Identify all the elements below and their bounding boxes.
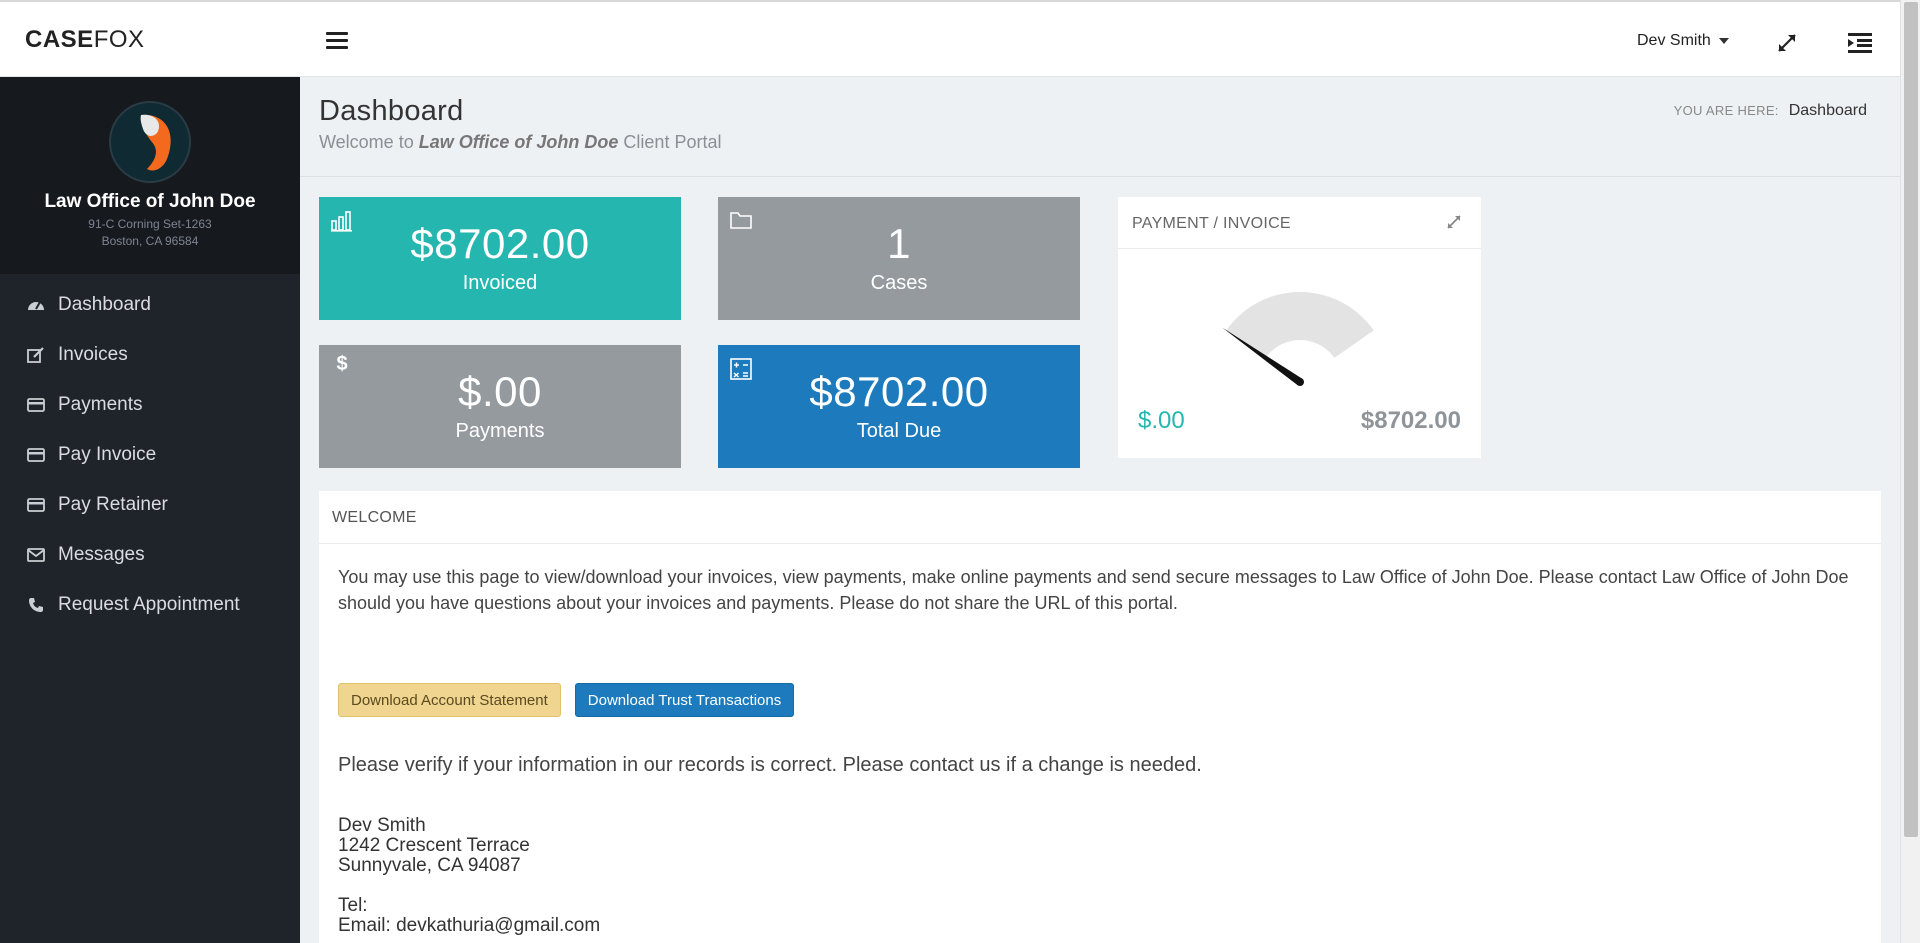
gauge-arc xyxy=(1226,292,1374,358)
sidebar-item-request-appointment[interactable]: Request Appointment xyxy=(0,580,300,630)
client-name: Dev Smith xyxy=(338,815,426,836)
breadcrumb: YOU ARE HERE: Dashboard xyxy=(1673,102,1867,119)
invoiced-value: $8702.00 xyxy=(410,220,590,267)
sidebar: Law Office of John Doe 91-C Corning Set-… xyxy=(0,77,300,943)
credit-card-icon xyxy=(26,396,46,414)
download-account-statement-button[interactable]: Download Account Statement xyxy=(338,683,561,717)
download-trust-transactions-button[interactable]: Download Trust Transactions xyxy=(574,683,795,717)
gauge-title: PAYMENT / INVOICE xyxy=(1118,197,1481,249)
caret-down-icon xyxy=(1718,37,1729,44)
gauge-hub xyxy=(1296,378,1304,386)
sidebar-item-pay-retainer[interactable]: Pay Retainer xyxy=(0,480,300,530)
verify-text: Please verify if your information in our… xyxy=(338,754,1202,776)
invoiced-label: Invoiced xyxy=(462,272,538,294)
bar-chart-icon xyxy=(331,210,353,232)
client-street: 1242 Crescent Terrace xyxy=(338,835,530,856)
client-email: Email: devkathuria@gmail.com xyxy=(338,915,601,936)
firm-name: Law Office of John Doe xyxy=(44,191,256,212)
right-panel-toggle-icon[interactable] xyxy=(1848,32,1872,54)
invoiced-tile[interactable]: $8702.00 Invoiced xyxy=(319,197,681,320)
payments-value: $.00 xyxy=(458,368,542,415)
user-name: Dev Smith xyxy=(1637,32,1711,49)
payment-invoice-card: PAYMENT / INVOICE $.00 $8702.00 xyxy=(1118,197,1481,458)
gauge-min-label: $.00 xyxy=(1138,407,1185,434)
cases-tile[interactable]: 1 Cases xyxy=(718,197,1080,320)
sidebar-item-invoices[interactable]: Invoices xyxy=(0,330,300,380)
total-due-label: Total Due xyxy=(856,420,942,442)
sidebar-item-payments[interactable]: Payments xyxy=(0,380,300,430)
edit-icon xyxy=(26,346,46,364)
dashboard-icon xyxy=(26,296,46,314)
phone-icon xyxy=(26,596,46,614)
gauge-max-label: $8702.00 xyxy=(1360,407,1461,434)
credit-card-icon xyxy=(26,496,46,514)
sidebar-item-pay-invoice[interactable]: Pay Invoice xyxy=(0,430,300,480)
user-menu[interactable]: Dev Smith xyxy=(1637,32,1729,50)
expand-icon[interactable] xyxy=(1445,213,1463,231)
total-due-value: $8702.00 xyxy=(809,368,989,415)
welcome-text: You may use this page to view/download y… xyxy=(338,567,1849,613)
sidebar-item-messages[interactable]: Messages xyxy=(0,530,300,580)
client-city: Sunnyvale, CA 94087 xyxy=(338,855,521,876)
page-subtitle: Welcome to Law Office of John Doe Client… xyxy=(319,132,722,152)
menu-toggle-icon[interactable] xyxy=(326,32,348,50)
sidebar-nav: Dashboard Invoices Payments Pay Invoice … xyxy=(0,274,300,630)
welcome-title: WELCOME xyxy=(319,491,1881,544)
sidebar-item-dashboard[interactable]: Dashboard xyxy=(0,280,300,330)
scrollbar-thumb[interactable] xyxy=(1904,2,1918,837)
firm-address: 91-C Corning Set-1263 Boston, CA 96584 xyxy=(88,217,212,248)
firm-logo xyxy=(109,101,191,183)
page-scrollbar[interactable] xyxy=(1900,0,1920,943)
credit-card-icon xyxy=(26,446,46,464)
total-due-tile[interactable]: $8702.00 Total Due xyxy=(718,345,1080,468)
cases-label: Cases xyxy=(870,272,928,294)
breadcrumb-current[interactable]: Dashboard xyxy=(1789,102,1867,119)
firm-profile: Law Office of John Doe 91-C Corning Set-… xyxy=(0,77,300,274)
client-tel: Tel: xyxy=(338,895,368,916)
dollar-icon: $ xyxy=(336,353,348,375)
payments-label: Payments xyxy=(455,420,545,442)
top-bar: CASEFOX Dev Smith xyxy=(0,0,1920,77)
cases-value: 1 xyxy=(887,220,911,267)
client-info: Dev Smith 1242 Crescent Terrace Sunnyval… xyxy=(338,816,1862,936)
envelope-icon xyxy=(26,546,46,564)
folder-icon xyxy=(730,210,752,232)
payments-tile[interactable]: $ $.00 Payments xyxy=(319,345,681,468)
brand-logo[interactable]: CASEFOX xyxy=(25,26,145,54)
welcome-panel: WELCOME You may use this page to view/do… xyxy=(319,491,1881,943)
page-title: Dashboard xyxy=(319,95,464,127)
calculator-icon xyxy=(730,358,752,380)
page-header: Dashboard Welcome to Law Office of John … xyxy=(300,77,1900,177)
main-content: Dashboard Welcome to Law Office of John … xyxy=(300,77,1900,943)
fullscreen-icon[interactable] xyxy=(1776,32,1798,54)
payment-gauge xyxy=(1222,292,1374,386)
